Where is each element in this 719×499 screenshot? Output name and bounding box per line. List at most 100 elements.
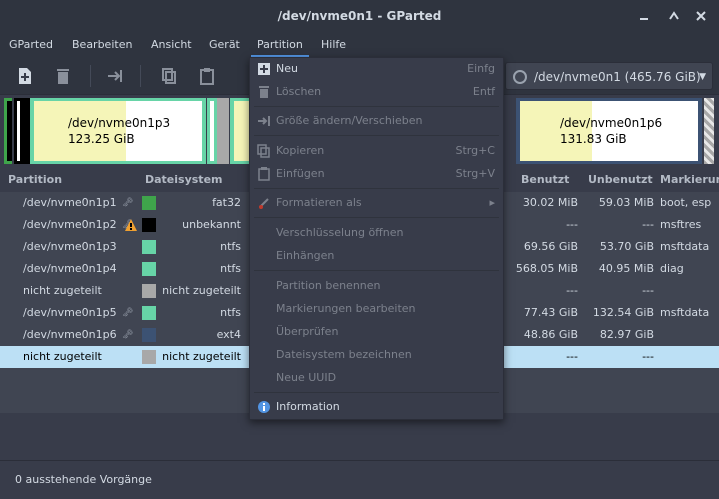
menuitem-new-uuid-label: Neue UUID [276,371,337,384]
menuitem-new-uuid[interactable]: Neue UUID [250,367,503,389]
menu-separator [254,217,499,218]
cell-unused: 82.97 GiB [599,328,654,341]
filesystem-color-swatch [142,306,156,320]
paste-icon[interactable] [198,67,216,85]
menuitem-name-partition[interactable]: Partition benennen [250,275,503,297]
menuitem-delete-label: Löschen [276,85,322,98]
cell-flags: diag [660,262,684,275]
menuitem-name-partition-label: Partition benennen [276,279,381,292]
status-bar: 0 ausstehende Vorgänge [0,460,719,499]
cell-used: 568.05 MiB [515,262,578,275]
key-icon: 🗝 [122,308,134,318]
cell-partition: /dev/nvme0n1p6 [23,328,117,341]
menuitem-delete-accel: Entf [472,85,495,98]
graph-unallocated-2[interactable] [704,98,714,164]
cell-partition: /dev/nvme0n1p3 [23,240,117,253]
cell-flags: boot, esp [660,196,712,209]
cell-filesystem: unbekannt [182,218,241,231]
filesystem-color-swatch [142,262,156,276]
delete-icon [257,85,271,99]
graph-partition-p3[interactable]: /dev/nvme0n1p3 123.25 GiB [30,98,206,164]
menu-gparted[interactable]: GParted [3,33,59,57]
graph-label-p3-name: /dev/nvme0n1p3 [68,116,171,130]
menuitem-edit-flags-label: Markierungen bearbeiten [276,302,416,315]
cell-filesystem: ntfs [220,306,241,319]
filesystem-color-swatch [142,196,156,210]
chevron-down-icon: ▼ [699,72,706,82]
menuitem-information-label: Information [276,400,340,413]
cell-unused: --- [642,218,654,231]
new-icon [257,62,271,76]
format-icon [257,196,271,210]
device-selector[interactable]: /dev/nvme0n1 (465.76 GiB) ▼ [505,62,713,90]
minimize-icon[interactable] [636,8,652,24]
key-icon: 🗝 [122,330,134,340]
menu-partition[interactable]: Partition [251,33,309,57]
device-selector-label: /dev/nvme0n1 (465.76 GiB) [534,70,701,84]
graph-partition-p6[interactable]: /dev/nvme0n1p6 131.83 GiB [516,98,702,164]
cell-unused: 53.70 GiB [599,240,654,253]
menuitem-edit-flags[interactable]: Markierungen bearbeiten [250,298,503,320]
filesystem-color-swatch [142,218,156,232]
menuitem-mount[interactable]: Einhängen [250,245,503,267]
menuitem-paste-accel: Strg+V [455,167,495,180]
menuitem-label-filesystem[interactable]: Dateisystem bezeichnen [250,344,503,366]
column-unused[interactable]: Unbenutzt [588,168,653,192]
close-icon[interactable] [693,8,709,24]
cell-partition: /dev/nvme0n1p4 [23,262,117,275]
filesystem-color-swatch [142,284,156,298]
column-partition[interactable]: Partition [8,168,62,192]
menu-separator [254,392,499,393]
graph-label-p6-size: 131.83 GiB [560,132,627,146]
menuitem-resize[interactable]: Größe ändern/Verschieben [250,110,503,132]
graph-partition-p1[interactable] [4,98,12,164]
menuitem-copy[interactable]: Kopieren Strg+C [250,140,503,162]
menuitem-format[interactable]: Formatieren als ▸ [250,192,503,214]
menuitem-paste[interactable]: Einfügen Strg+V [250,163,503,185]
cell-flags: msftdata [660,240,710,253]
menu-separator [254,188,499,189]
menuitem-information[interactable]: Information [250,396,503,418]
cell-partition: nicht zugeteilt [23,284,102,297]
graph-label-p6-name: /dev/nvme0n1p6 [560,116,663,130]
menu-hilfe[interactable]: Hilfe [315,33,352,57]
menuitem-check-label: Überprüfen [276,325,339,338]
graph-partition-p4[interactable] [207,98,217,164]
menuitem-resize-label: Größe ändern/Verschieben [276,114,423,127]
cell-unused: --- [642,284,654,297]
window-title: /dev/nvme0n1 - GParted [277,9,442,23]
column-flags[interactable]: Markierungen [660,168,719,192]
new-partition-icon[interactable] [16,67,34,85]
maximize-icon[interactable] [666,8,682,24]
menuitem-open-encryption[interactable]: Verschlüsselung öffnen [250,222,503,244]
menuitem-copy-accel: Strg+C [455,144,495,157]
resize-move-icon[interactable] [106,67,124,85]
delete-partition-icon[interactable] [54,67,72,85]
menu-ansicht[interactable]: Ansicht [145,33,198,57]
cell-used: 69.56 GiB [523,240,578,253]
gparted-window: /dev/nvme0n1 - GParted GParted Bearbeite… [0,0,719,499]
graph-label-p3-size: 123.25 GiB [68,132,135,146]
cell-partition: /dev/nvme0n1p5 [23,306,117,319]
cell-filesystem: ext4 [216,328,241,341]
menu-separator [254,270,499,271]
menuitem-check[interactable]: Überprüfen [250,321,503,343]
menu-bearbeiten[interactable]: Bearbeiten [66,33,138,57]
graph-unallocated-1[interactable] [217,98,229,164]
cell-partition: /dev/nvme0n1p1 [23,196,117,209]
copy-icon[interactable] [160,67,178,85]
paste-icon [257,167,271,181]
toolbar-separator [90,65,91,87]
graph-partition-p2[interactable] [14,98,30,164]
cell-unused: --- [642,350,654,363]
menuitem-delete[interactable]: Löschen Entf [250,81,503,103]
cell-used: --- [566,284,578,297]
menuitem-new[interactable]: Neu Einfg [250,58,503,80]
cell-filesystem: ntfs [220,262,241,275]
menu-separator [254,135,499,136]
column-filesystem[interactable]: Dateisystem [145,168,223,192]
column-used[interactable]: Benutzt [521,168,569,192]
menu-geraet[interactable]: Gerät [203,33,246,57]
menuitem-open-encryption-label: Verschlüsselung öffnen [276,226,404,239]
cell-filesystem: ntfs [220,240,241,253]
